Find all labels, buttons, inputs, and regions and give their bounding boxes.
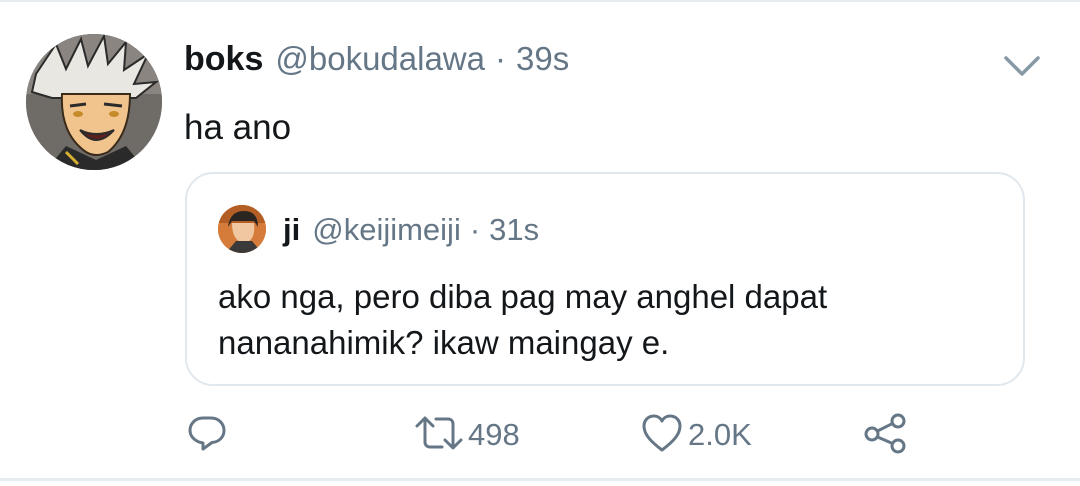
reply-button[interactable] <box>186 410 228 460</box>
quoted-author-handle: @keijimeiji <box>312 212 461 247</box>
like-button[interactable]: 2.0K <box>640 410 752 460</box>
tweet-timestamp[interactable]: 39s <box>516 40 569 78</box>
author-avatar[interactable] <box>26 34 162 170</box>
tweet-text: ha ano <box>184 108 292 147</box>
quoted-tweet-header: ji @keijimeiji · 31s <box>283 212 539 248</box>
author-handle[interactable]: @bokudalawa <box>275 40 485 78</box>
reply-icon <box>186 412 228 459</box>
like-count: 2.0K <box>688 417 752 452</box>
bottom-divider <box>0 478 1080 481</box>
quoted-author-display-name: ji <box>283 212 301 247</box>
retweet-count: 498 <box>468 417 520 452</box>
chevron-down-icon[interactable] <box>1000 52 1044 80</box>
tweet-header: boks @bokudalawa · 39s <box>184 40 569 84</box>
quoted-header-separator: · <box>469 212 481 247</box>
quoted-tweet-card[interactable]: ji @keijimeiji · 31s ako nga, pero diba … <box>185 172 1025 386</box>
share-icon <box>862 412 908 459</box>
retweet-icon <box>414 412 464 459</box>
quoted-author-avatar <box>218 205 266 253</box>
quoted-tweet-text: ako nga, pero diba pag may anghel dapat … <box>218 278 828 361</box>
top-divider <box>0 0 1080 2</box>
heart-icon <box>640 412 684 459</box>
quoted-tweet-timestamp: 31s <box>489 212 540 247</box>
header-separator: · <box>495 40 506 77</box>
share-button[interactable] <box>862 410 908 460</box>
author-display-name[interactable]: boks <box>184 40 263 79</box>
retweet-button[interactable]: 498 <box>414 410 520 460</box>
tweet-actions: 498 2.0K <box>0 410 1080 460</box>
